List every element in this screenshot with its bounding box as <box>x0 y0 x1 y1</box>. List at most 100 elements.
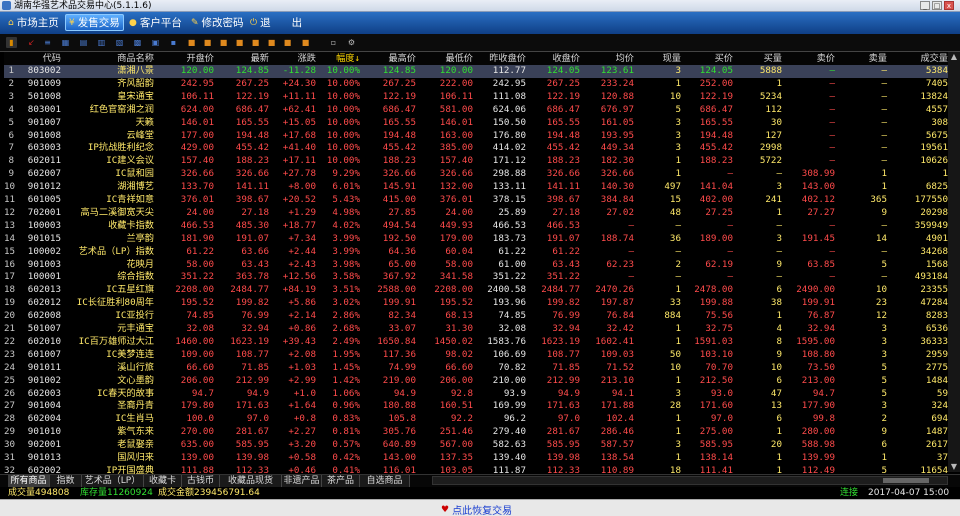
table-row[interactable]: 14 901015 兰亭韵 181.90 191.07 +7.34 3.99% 192.50 1… <box>4 233 948 246</box>
table-row[interactable]: 20 602008 IC亚投行 74.85 76.99 +2.14 2.86% 82.34 68… <box>4 310 948 323</box>
table-row[interactable]: 22 602010 IC百万雄师过大江 1460.00 1623.19 +39.43 2.4… <box>4 336 948 349</box>
table-row[interactable]: 6 901008 云峰堂 177.00 194.48 +17.68 10.00% 194.48… <box>4 130 948 143</box>
table-row[interactable]: 21 501007 元丰通宝 32.08 32.94 +0.86 2.68% 33.07 31.… <box>4 323 948 336</box>
table-row[interactable]: 15 100002 艺术品（LP）指数 61.22 63.66 +2.44 3.99% 64.… <box>4 246 948 259</box>
k-line-icon[interactable]: ↙ <box>26 37 37 48</box>
table-row[interactable]: 24 901011 溪山行旅 66.60 71.85 +1.03 1.45% 74.99 66.… <box>4 362 948 375</box>
tab-6[interactable]: 非遗产品 <box>282 475 322 487</box>
calc-icon[interactable]: ▤ <box>78 37 89 48</box>
table-cell-9: 351.22 <box>492 271 526 283</box>
table-cell-12: 36 <box>669 232 681 244</box>
table-row[interactable]: 23 601007 IC美梦连连 109.00 108.77 +2.08 1.95% 117.… <box>4 349 948 362</box>
table-row[interactable]: 29 901010 紫气东来 270.00 281.67 +2.27 0.81% 305.76… <box>4 426 948 439</box>
table-row[interactable]: 17 100001 综合指数 351.22 363.78 +12.56 3.58% 367.9… <box>4 271 948 284</box>
column-header[interactable] <box>4 52 14 65</box>
tab-1[interactable]: 指数 <box>50 475 82 487</box>
table-icon[interactable]: ▦ <box>60 37 71 48</box>
table-cell-11: 286.46 <box>600 426 634 438</box>
table-row[interactable]: 9 602007 IC鼠和园 326.66 326.66 +27.78 9.29% 326.6… <box>4 168 948 181</box>
table-row[interactable]: 31 901013 国风归来 139.00 139.98 +0.58 0.42% 143.00… <box>4 452 948 465</box>
scroll-down-icon[interactable]: ▼ <box>948 462 960 472</box>
table-row[interactable]: 25 901002 文心墨韵 206.00 212.99 +2.99 1.42% 219.00… <box>4 375 948 388</box>
column-header[interactable]: 最低价 <box>425 52 473 65</box>
table-row[interactable]: 19 602012 IC长征胜利80周年 195.52 199.82 +5.86 3.02%… <box>4 297 948 310</box>
column-header[interactable]: 收盘价 <box>530 52 580 65</box>
quote-board-icon[interactable]: ▮ <box>6 37 17 48</box>
menu-exit[interactable]: ⏻ 退 出 <box>247 14 305 31</box>
column-header[interactable]: 成交量 <box>888 52 948 65</box>
column-header[interactable]: 现量 <box>641 52 681 65</box>
table-row[interactable]: 26 602003 IC春天的故事 94.7 94.9 +1.0 1.06% 94.9 92.8… <box>4 388 948 401</box>
minimize-button[interactable]: _ <box>920 1 930 10</box>
list-icon[interactable]: ≡ <box>42 37 53 48</box>
table-row[interactable]: 3 501008 皇宋通宝 106.11 122.19 +11.11 10.00% 122.1… <box>4 91 948 104</box>
menu-market-home[interactable]: ⌂ 市场主页 <box>5 14 62 31</box>
table-row[interactable]: 1 803002 潇湘八景 120.00 124.85 -11.28 10.00% 124.8… <box>4 65 948 78</box>
column-header[interactable]: 卖量 <box>847 52 887 65</box>
settings-icon[interactable]: ▫ <box>328 37 339 48</box>
table-cell-3: 106.11 <box>180 90 214 102</box>
table-row[interactable]: 30 902001 老鼠娶亲 635.00 585.95 +3.20 0.57% 640.89… <box>4 439 948 452</box>
grid-icon[interactable]: ▩ <box>132 37 143 48</box>
table-row[interactable]: 28 602004 IC生肖马 100.0 97.0 +0.8 0.83% 105.8 92.2… <box>4 413 948 426</box>
report2-icon[interactable]: ▪ <box>168 37 179 48</box>
doc-icon[interactable]: ■ <box>202 37 213 48</box>
menu-change-password[interactable]: ✎ 修改密码 <box>188 14 247 31</box>
horizontal-scrollbar[interactable] <box>432 476 948 485</box>
export-icon[interactable]: ■ <box>282 37 293 48</box>
column-header[interactable]: 幅度↓ <box>318 52 360 65</box>
table-row[interactable]: 18 602013 IC五星红旗 2208.00 2484.77 +84.19 3.51% 2… <box>4 284 948 297</box>
table-row[interactable]: 11 601005 IC青祥如意 376.01 398.67 +20.52 5.43% 415… <box>4 194 948 207</box>
table-row[interactable]: 10 901012 湖湘博艺 133.70 141.11 +8.00 6.01% 145.91… <box>4 181 948 194</box>
scroll-up-icon[interactable]: ▲ <box>948 52 960 62</box>
menu-client-platform[interactable]: ● 客户平台 <box>126 14 185 31</box>
table-row[interactable]: 12 702001 高马二溪御宽天尖 24.00 27.18 +1.29 4.98% 27.8… <box>4 207 948 220</box>
doc4-icon[interactable]: ■ <box>250 37 261 48</box>
maximize-button[interactable]: □ <box>932 1 942 10</box>
column-header[interactable]: 买价 <box>685 52 733 65</box>
scroll-thumb[interactable] <box>883 478 929 483</box>
table-cell-9: 112.77 <box>492 65 526 76</box>
chart2-icon[interactable]: ▧ <box>114 37 125 48</box>
column-header[interactable]: 最高价 <box>368 52 416 65</box>
refresh-icon[interactable]: ■ <box>300 37 311 48</box>
report-icon[interactable]: ▣ <box>150 37 161 48</box>
print-icon[interactable]: ■ <box>186 37 197 48</box>
doc3-icon[interactable]: ■ <box>234 37 245 48</box>
tab-4[interactable]: 古钱币 <box>182 475 220 487</box>
column-header[interactable]: 均价 <box>584 52 634 65</box>
vertical-scrollbar[interactable]: ▲ ▼ <box>948 52 960 472</box>
table-row[interactable]: 13 100003 收藏卡指数 466.53 485.30 +18.77 4.02% 494.… <box>4 220 948 233</box>
column-header[interactable]: 卖价 <box>787 52 835 65</box>
column-header[interactable]: 商品名称 <box>64 52 154 65</box>
tab-3[interactable]: 收藏卡 <box>144 475 182 487</box>
column-header[interactable]: 最新 <box>221 52 269 65</box>
tab-0[interactable]: 所有商品 <box>8 475 50 487</box>
column-header[interactable]: 昨收盘价 <box>476 52 526 65</box>
doc2-icon[interactable]: ■ <box>218 37 229 48</box>
table-row[interactable]: 16 901003 花映月 58.00 63.43 +2.43 3.98% 65.00 58.0… <box>4 259 948 272</box>
gear-icon[interactable]: ⚙ <box>346 37 357 48</box>
table-row[interactable]: 8 602011 IC建义会议 157.40 188.23 +17.11 10.00% 188… <box>4 155 948 168</box>
table-cell-4: 32.94 <box>241 323 269 334</box>
table-row[interactable]: 4 803001 红色官窑湘之润 624.00 686.47 +62.41 10.00% 68… <box>4 104 948 117</box>
close-button[interactable]: x <box>944 1 954 10</box>
tab-7[interactable]: 茶产品 <box>322 475 360 487</box>
tab-2[interactable]: 艺术品（LP） <box>82 475 144 487</box>
menu-issue-trade[interactable]: ¥ 发售交易 <box>65 14 124 31</box>
doc5-icon[interactable]: ■ <box>266 37 277 48</box>
column-header[interactable]: 涨跌 <box>268 52 316 65</box>
column-header[interactable]: 买量 <box>742 52 782 65</box>
table-cell-7: 194.48 <box>382 129 416 141</box>
table-row[interactable]: 27 901004 圣裔丹青 179.80 171.63 +1.64 0.96% 180.88… <box>4 400 948 413</box>
table-cell-7: 494.54 <box>382 219 416 231</box>
tab-5[interactable]: 收藏品现货 <box>220 475 282 487</box>
restore-trading-button[interactable]: ♥ 点此恢复交易 <box>441 502 512 516</box>
table-row[interactable]: 5 901007 天籁 146.01 165.55 +15.05 10.00% 165.55 1… <box>4 117 948 130</box>
table-row[interactable]: 2 901009 齐风韶韵 242.95 267.25 +24.30 10.00% 267.2… <box>4 78 948 91</box>
column-header[interactable]: 开盘价 <box>166 52 214 65</box>
column-header[interactable]: 代码 <box>16 52 61 65</box>
table-row[interactable]: 7 603003 IP抗战胜利纪念 429.00 455.42 +41.40 10.00% 4… <box>4 142 948 155</box>
tab-8[interactable]: 自选商品 <box>360 475 410 487</box>
chart-icon[interactable]: ▥ <box>96 37 107 48</box>
